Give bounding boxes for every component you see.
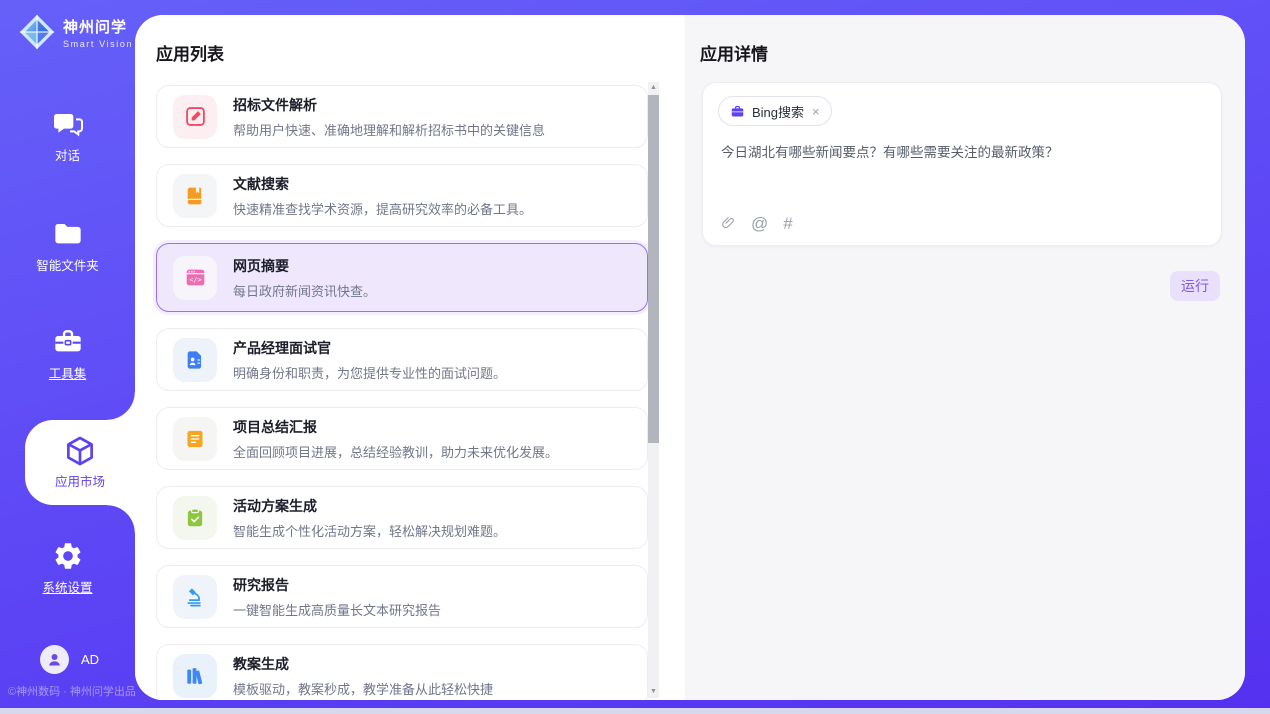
composer-toolbar: @ #: [721, 215, 793, 232]
at-icon[interactable]: @: [751, 215, 768, 232]
app-card-5[interactable]: 项目总结汇报 全面回顾项目进展，总结经验教训，助力未来优化发展。: [156, 407, 648, 470]
sidebar-item-label: 系统设置: [42, 581, 92, 595]
gear-icon: [51, 540, 85, 572]
app-card-desc: 帮助用户快速、准确地理解和解析招标书中的关键信息: [233, 120, 545, 139]
app-card-desc: 每日政府新闻资讯快查。: [233, 281, 376, 300]
close-icon[interactable]: ×: [812, 104, 820, 119]
prompt-composer[interactable]: Bing搜索 × 今日湖北有哪些新闻要点？有哪些需要关注的最新政策？ @ #: [702, 82, 1222, 246]
sidebar-item-label: 应用市场: [55, 475, 105, 489]
app-card-desc: 模板驱动，教案秒成，教学准备从此轻松快捷: [233, 679, 493, 698]
app-card-title: 文献搜索: [233, 174, 532, 194]
user-initials: AD: [81, 652, 99, 667]
memo-icon: [173, 417, 217, 461]
app-card-3[interactable]: </> 网页摘要 每日政府新闻资讯快查。: [156, 243, 648, 312]
clipboard-check-icon: [173, 496, 217, 540]
copyright-footer: ©神州数码 · 神州问学出品: [8, 683, 136, 699]
user-account[interactable]: AD: [40, 645, 99, 674]
app-card-desc: 快速精准查找学术资源，提高研究效率的必备工具。: [233, 199, 532, 218]
app-list-title: 应用列表: [156, 40, 224, 65]
app-card-title: 研究报告: [233, 575, 441, 595]
app-frame: 神州问学 Smart Vision 对话 智能文件夹: [0, 0, 1270, 708]
paperclip-icon[interactable]: [721, 215, 736, 232]
query-input[interactable]: 今日湖北有哪些新闻要点？有哪些需要关注的最新政策？: [721, 143, 1205, 163]
chat-icon: [51, 108, 85, 140]
sidebar-item-label: 智能文件夹: [36, 259, 99, 273]
app-card-title: 产品经理面试官: [233, 338, 506, 358]
browser-code-icon: </>: [173, 256, 217, 300]
list-scrollbar[interactable]: ▲ ▼: [648, 82, 659, 698]
app-card-6[interactable]: 活动方案生成 智能生成个性化活动方案，轻松解决规划难题。: [156, 486, 648, 549]
tool-tag-label: Bing搜索: [752, 102, 804, 121]
app-card-title: 教案生成: [233, 654, 493, 674]
app-card-title: 招标文件解析: [233, 95, 545, 115]
app-card-desc: 一键智能生成高质量长文本研究报告: [233, 600, 441, 619]
toolbox-icon: [51, 326, 85, 358]
sidebar-item-label: 对话: [55, 149, 80, 163]
app-card-title: 项目总结汇报: [233, 417, 558, 437]
app-card-4[interactable]: 产品经理面试官 明确身份和职责，为您提供专业性的面试问题。: [156, 328, 648, 391]
scroll-up-arrow[interactable]: ▲: [648, 82, 659, 94]
app-card-title: 网页摘要: [233, 256, 376, 276]
edit-square-icon: [173, 95, 217, 139]
books-icon: [173, 654, 217, 698]
app-list-panel: 应用列表 招标文件解析 帮助用户快速、准确地理解和解析招标书中的关键信息 文献搜…: [135, 15, 685, 700]
sidebar-item-label: 工具集: [49, 367, 87, 381]
cube-icon: [63, 434, 97, 466]
doc-user-icon: [173, 338, 217, 382]
avatar: [40, 645, 69, 674]
app-card-list: 招标文件解析 帮助用户快速、准确地理解和解析招标书中的关键信息 文献搜索 快速精…: [156, 82, 648, 700]
brand-name: 神州问学: [63, 16, 133, 37]
main-content: 应用列表 招标文件解析 帮助用户快速、准确地理解和解析招标书中的关键信息 文献搜…: [135, 15, 1245, 700]
svg-text:</>: </>: [189, 276, 201, 284]
app-detail-panel: 应用详情 Bing搜索 × 今日湖北有哪些新闻要点？有哪些需要关注的最新政策？: [685, 15, 1245, 700]
sidebar-item-settings[interactable]: 系统设置: [0, 540, 135, 597]
brand-subtitle: Smart Vision: [63, 39, 133, 49]
sidebar-item-smart-folder[interactable]: 智能文件夹: [0, 218, 135, 275]
app-card-7[interactable]: 研究报告 一键智能生成高质量长文本研究报告: [156, 565, 648, 628]
folder-icon: [51, 218, 85, 250]
app-card-desc: 明确身份和职责，为您提供专业性的面试问题。: [233, 363, 506, 382]
app-card-1[interactable]: 招标文件解析 帮助用户快速、准确地理解和解析招标书中的关键信息: [156, 85, 648, 148]
run-button[interactable]: 运行: [1170, 271, 1220, 301]
tool-tag-bing-search[interactable]: Bing搜索 ×: [718, 96, 832, 126]
book-icon: [173, 174, 217, 218]
app-card-desc: 智能生成个性化活动方案，轻松解决规划难题。: [233, 521, 506, 540]
app-card-8[interactable]: 教案生成 模板驱动，教案秒成，教学准备从此轻松快捷: [156, 644, 648, 700]
hash-icon[interactable]: #: [783, 215, 792, 232]
sidebar-item-toolset[interactable]: 工具集: [0, 326, 135, 383]
scrollbar-thumb[interactable]: [648, 95, 659, 443]
diamond-logo-icon: [18, 13, 56, 51]
sidebar-item-chat[interactable]: 对话: [0, 108, 135, 165]
app-card-title: 活动方案生成: [233, 496, 506, 516]
sidebar: 神州问学 Smart Vision 对话 智能文件夹: [0, 0, 135, 708]
microscope-icon: [173, 575, 217, 619]
app-detail-title: 应用详情: [700, 40, 768, 65]
sidebar-item-app-market[interactable]: 应用市场: [25, 420, 135, 505]
brand-logo: 神州问学 Smart Vision: [18, 13, 133, 51]
scroll-down-arrow[interactable]: ▼: [648, 686, 659, 698]
app-card-2[interactable]: 文献搜索 快速精准查找学术资源，提高研究效率的必备工具。: [156, 164, 648, 227]
app-card-desc: 全面回顾项目进展，总结经验教训，助力未来优化发展。: [233, 442, 558, 461]
briefcase-icon: [730, 104, 745, 119]
